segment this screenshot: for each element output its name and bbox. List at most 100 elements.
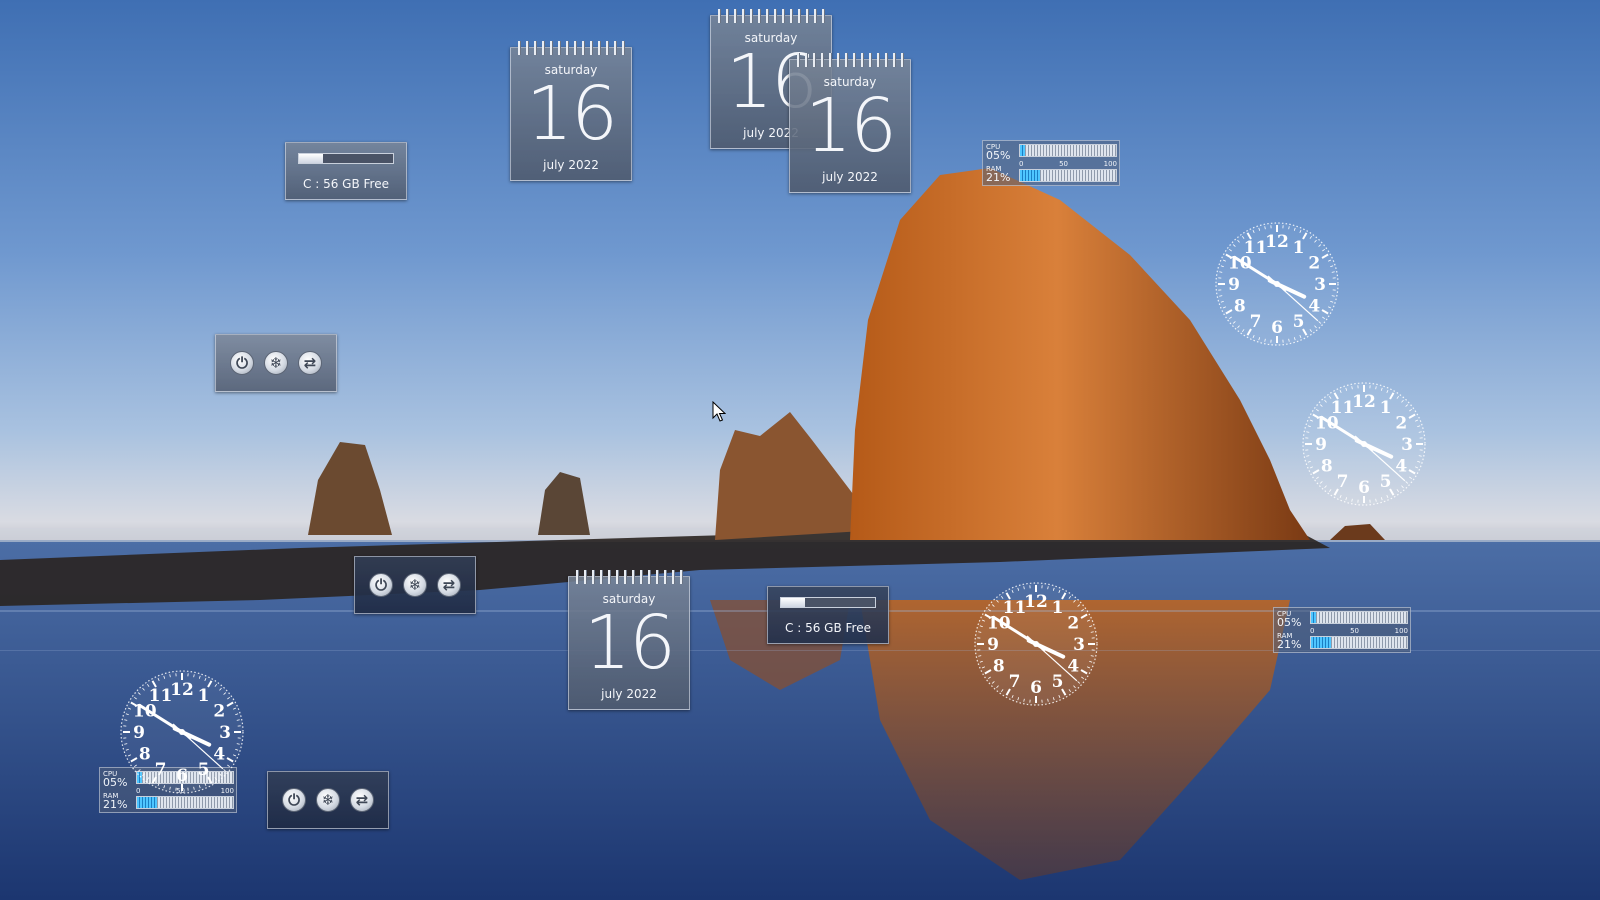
scale-min: 0 <box>1310 627 1315 635</box>
drive-usage-fill <box>781 598 805 607</box>
clock-gadget[interactable]: 12 1234567891011 <box>1213 220 1341 348</box>
spiral-binding <box>573 570 685 584</box>
calendar-month-year: july 2022 <box>543 158 599 172</box>
meter-scale: 0 50 100 <box>1310 627 1408 635</box>
spiral-binding <box>515 41 627 55</box>
clock-numeral: 2 <box>213 702 225 722</box>
desktop[interactable]: saturday 16 july 2022 saturday 16 july 2… <box>0 0 1600 900</box>
mouse-cursor-icon <box>712 401 726 422</box>
clock-numeral: 9 <box>133 723 145 743</box>
clock-numeral: 7 <box>155 760 167 780</box>
drive-usage-bar <box>298 153 394 164</box>
ram-value: 21% <box>986 171 1011 184</box>
clock-numeral: 6 <box>176 766 188 786</box>
power-gadget: ⏻ ❄ ⇄ <box>215 334 337 392</box>
cpu-value: 05% <box>986 149 1011 162</box>
clock-numeral: 8 <box>1234 297 1246 317</box>
clock-numeral: 11 <box>1003 598 1027 618</box>
cpu-value: 05% <box>1277 616 1302 629</box>
clock-numeral: 5 <box>198 760 210 780</box>
switch-user-icon[interactable]: ⇄ <box>298 351 322 375</box>
ram-value: 21% <box>1277 638 1302 651</box>
drive-usage-bar <box>780 597 876 608</box>
clock-numeral: 3 <box>1314 275 1326 295</box>
power-gadget: ⏻ ❄ ⇄ <box>354 556 476 614</box>
clock-numeral: 5 <box>1380 472 1392 492</box>
scale-mid: 50 <box>1059 160 1068 168</box>
clock-pivot <box>1361 441 1367 447</box>
clock-numeral: 8 <box>993 657 1005 677</box>
ram-bar <box>136 796 234 809</box>
sleep-icon[interactable]: ❄ <box>316 788 340 812</box>
clock-numeral: 9 <box>1315 435 1327 455</box>
clock-numeral: 9 <box>1228 275 1240 295</box>
clock-numeral: 12 <box>1265 232 1289 252</box>
clock-numeral: 1 <box>198 686 210 706</box>
power-icon[interactable]: ⏻ <box>369 573 393 597</box>
clock-numeral: 5 <box>1293 312 1305 332</box>
clock-numeral: 2 <box>1067 614 1079 634</box>
drive-label: C : 56 GB Free <box>303 177 389 191</box>
ram-bar <box>1019 169 1117 182</box>
sleep-icon[interactable]: ❄ <box>403 573 427 597</box>
switch-user-icon[interactable]: ⇄ <box>350 788 374 812</box>
sleep-icon[interactable]: ❄ <box>264 351 288 375</box>
scale-max: 100 <box>1103 160 1117 168</box>
clock-numeral: 12 <box>1352 392 1376 412</box>
clock-numeral: 11 <box>149 686 173 706</box>
clock-numeral: 11 <box>1331 398 1355 418</box>
clock-numeral: 1 <box>1052 598 1064 618</box>
clock-numeral: 12 <box>170 680 194 700</box>
clock-numeral: 11 <box>1244 238 1268 258</box>
calendar-month-year: july 2022 <box>601 687 657 701</box>
clock-numeral: 2 <box>1395 414 1407 434</box>
scale-min: 0 <box>1019 160 1024 168</box>
clock-numeral: 8 <box>1321 457 1333 477</box>
clock-numeral: 3 <box>219 723 231 743</box>
switch-user-icon[interactable]: ⇄ <box>437 573 461 597</box>
cpu-ram-meter[interactable]: CPU 05% 050100 RAM 21% <box>982 140 1120 186</box>
clock-numeral: 1 <box>1293 238 1305 258</box>
ram-bar-fill <box>1020 170 1041 181</box>
calendar-day: 16 <box>804 83 897 169</box>
drive-space-gadget[interactable]: C : 56 GB Free <box>767 586 889 644</box>
calendar-gadget[interactable]: saturday 16 july 2022 <box>789 53 911 193</box>
ram-bar-fill <box>137 797 158 808</box>
ram-bar <box>1310 636 1408 649</box>
calendar-day: 16 <box>583 600 676 686</box>
clock-pivot <box>1274 281 1280 287</box>
drive-space-gadget[interactable]: C : 56 GB Free <box>285 142 407 200</box>
clock-numeral: 6 <box>1271 318 1283 338</box>
clock-gadget[interactable]: 12 1234567891011 <box>118 668 246 796</box>
clock-numeral: 3 <box>1073 635 1085 655</box>
cpu-bar-fill <box>1311 612 1316 623</box>
scale-mid: 50 <box>1350 627 1359 635</box>
clock-numeral: 6 <box>1358 478 1370 498</box>
cpu-bar <box>1019 144 1117 157</box>
cpu-ram-meter[interactable]: CPU 05% 050100 RAM 21% <box>1273 607 1411 653</box>
clock-gadget[interactable]: 12 1234567891011 <box>972 580 1100 708</box>
clock-numeral: 1 <box>1380 398 1392 418</box>
calendar-gadget[interactable]: saturday 16 july 2022 <box>568 570 690 710</box>
clock-numeral: 5 <box>1052 672 1064 692</box>
power-gadget: ⏻ ❄ ⇄ <box>267 771 389 829</box>
calendar-gadget[interactable]: saturday 16 july 2022 <box>510 41 632 181</box>
spiral-binding <box>794 53 906 67</box>
drive-usage-fill <box>299 154 323 163</box>
clock-numeral: 9 <box>987 635 999 655</box>
spiral-binding <box>715 9 827 23</box>
clock-numeral: 3 <box>1401 435 1413 455</box>
power-icon[interactable]: ⏻ <box>282 788 306 812</box>
clock-numeral: 2 <box>1308 254 1320 274</box>
cpu-bar <box>1310 611 1408 624</box>
power-icon[interactable]: ⏻ <box>230 351 254 375</box>
cpu-bar-fill <box>1020 145 1025 156</box>
ram-value: 21% <box>103 798 128 811</box>
clock-numeral: 6 <box>1030 678 1042 698</box>
calendar-month-year: july 2022 <box>822 170 878 184</box>
ram-bar-fill <box>1311 637 1332 648</box>
calendar-day: 16 <box>525 71 618 157</box>
scale-max: 100 <box>1394 627 1408 635</box>
clock-gadget[interactable]: 12 1234567891011 <box>1300 380 1428 508</box>
clock-numeral: 7 <box>1337 472 1349 492</box>
